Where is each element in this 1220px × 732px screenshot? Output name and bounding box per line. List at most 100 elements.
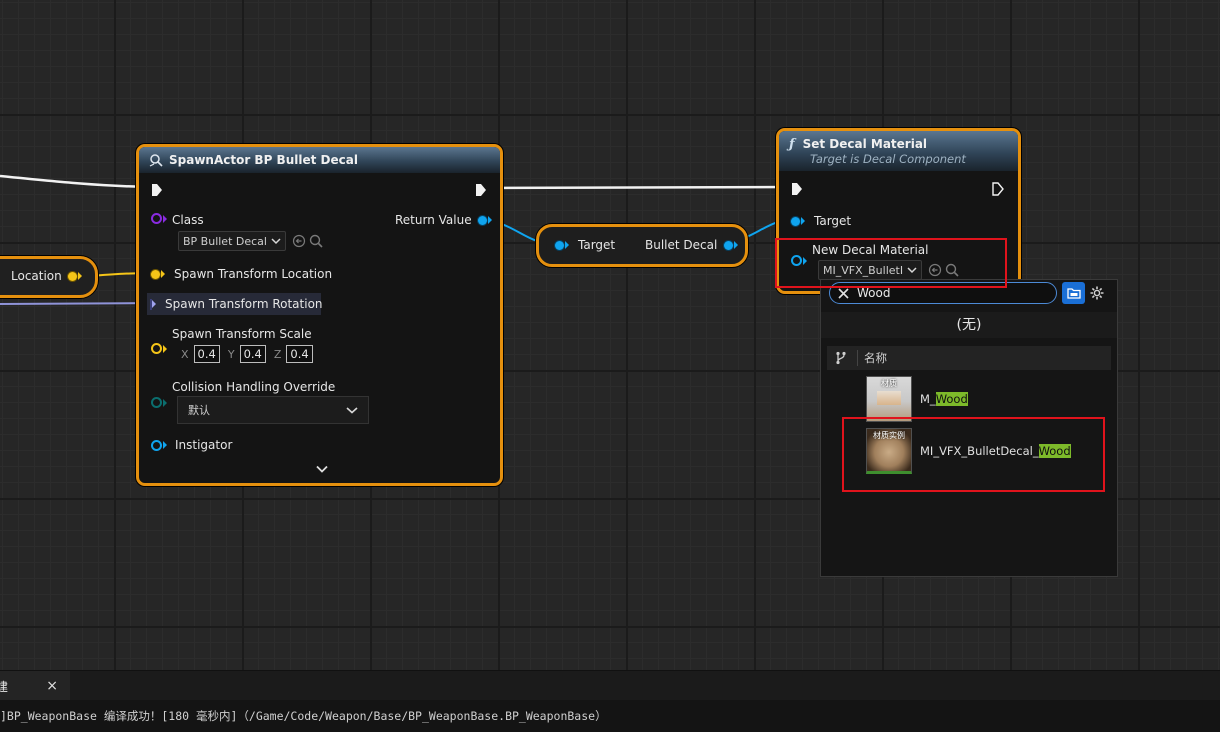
spawn-actor-header: SpawnActor BP Bullet Decal [139,147,500,173]
collision-dropdown[interactable]: 默认 [177,396,369,424]
return-value-dot[interactable] [477,215,487,225]
header-divider [857,350,858,366]
exec-out-icon [992,182,1004,196]
collision-pin[interactable] [151,397,167,408]
get-target-label: Target [578,238,616,252]
spawn-exec-out-pin[interactable] [475,183,487,197]
output-log-tab[interactable]: 建 × [0,671,70,701]
set-decal-target-pin[interactable]: Target [791,214,851,228]
collision-label: Collision Handling Override [172,380,336,394]
spawn-actor-icon [149,153,163,167]
get-target-pin[interactable]: Target [555,238,615,252]
thumb-type-label: 材质 [881,379,897,388]
none-option[interactable]: (无) [821,312,1117,338]
browse-search-icon[interactable] [309,234,323,248]
asset-name-match: Wood [935,392,968,406]
spawn-actor-title: SpawnActor BP Bullet Decal [169,153,358,167]
exec-out-icon [476,184,486,196]
location-pin-dot[interactable] [67,271,77,281]
class-label: Class [172,213,204,227]
instigator-ring[interactable] [151,439,162,451]
annotation-box-asset-item [842,417,1105,492]
spawn-scale-ring[interactable] [151,343,162,354]
folder-browse-icon[interactable] [1062,282,1085,304]
set-decal-subtitle: Target is Decal Component [810,151,966,166]
search-value: Wood [857,286,891,300]
use-selected-icon[interactable] [292,234,306,248]
spawn-scale-arrow [163,344,167,353]
class-combo[interactable]: BP Bullet Decal [178,231,286,251]
collision-pin-ring[interactable] [151,397,162,408]
set-decal-exec-out-pin[interactable] [992,182,1004,196]
chevron-down-icon [346,404,358,417]
set-decal-target-label: Target [814,214,852,228]
scale-z-input[interactable]: 0.4 [286,345,313,363]
material-thumbnail: 材质 [866,376,912,422]
clear-search-icon[interactable] [838,287,849,299]
collision-pin-arrow [163,398,167,407]
scale-values-row: X 0.4 Y 0.4 Z 0.4 [177,345,313,363]
return-value-arrow [487,216,492,224]
scale-x-axis: X [181,347,189,361]
spawn-location-pin[interactable]: Spawn Transform Location [151,267,332,281]
exec-in-icon [792,183,802,195]
set-decal-title: Set Decal Material [802,137,928,151]
location-pin-arrow [77,272,82,280]
spawn-scale-pin[interactable] [151,343,167,354]
set-decal-exec-in-pin[interactable] [791,182,803,196]
asset-name-prefix: M_ [920,392,936,406]
function-icon: ƒ [789,136,795,152]
set-decal-target-arrow [801,217,805,225]
class-value-row: BP Bullet Decal [178,231,323,251]
collision-value: 默认 [188,404,210,417]
spawn-rotation-arrow [152,300,156,308]
spawn-location-arrow [161,270,165,278]
get-target-dot[interactable] [555,240,564,250]
bullet-decal-pin[interactable]: Bullet Decal [645,238,739,252]
exec-in-icon [152,184,162,196]
expand-chevron-icon[interactable] [316,465,328,473]
exec-wire-mid [485,185,791,190]
list-header: 名称 [827,346,1111,370]
spawn-location-label: Spawn Transform Location [174,267,333,281]
spawn-location-dot[interactable] [151,269,160,279]
close-icon[interactable]: × [46,678,58,694]
scale-y-input[interactable]: 0.4 [239,345,266,363]
rotation-wire [0,302,159,305]
class-pin-arrow [163,214,167,223]
spawn-rotation-pin[interactable]: Spawn Transform Rotation [147,293,323,315]
name-column-header[interactable]: 名称 [864,350,887,366]
settings-gear-icon[interactable] [1089,285,1105,301]
instigator-pin[interactable]: Instigator [151,438,232,452]
class-pin-ring[interactable] [151,213,162,224]
location-node[interactable]: Location [0,256,98,298]
bottom-tab-strip: 建 × [0,670,1220,701]
return-value-label: Return Value [395,213,472,227]
log-message: ]BP_WeaponBase 编译成功！[180 毫秒内]（/Game/Code… [0,709,607,723]
location-label: Location [11,269,62,283]
get-bullet-decal-node[interactable]: Target Bullet Decal [536,224,748,267]
instigator-arrow [163,441,167,449]
annotation-box-material-pin [775,238,1007,288]
material-preview-swatch [877,391,901,405]
exec-wire-in [0,174,151,189]
location-output-pin[interactable]: Location [11,269,82,283]
output-log: ]BP_WeaponBase 编译成功！[180 毫秒内]（/Game/Code… [0,700,1220,732]
set-decal-target-dot[interactable] [791,216,800,226]
bullet-decal-dot[interactable] [724,240,734,250]
source-control-icon [835,351,847,365]
spawn-actor-node[interactable]: SpawnActor BP Bullet Decal Class BP Bull… [136,144,503,486]
spawn-scale-label: Spawn Transform Scale [172,327,312,341]
return-value-pin[interactable]: Return Value [395,213,492,227]
bullet-decal-label: Bullet Decal [645,238,718,252]
bullet-decal-arrow [734,241,739,249]
asset-item-m-wood[interactable]: 材质 M_Wood [866,376,968,422]
get-target-arrow [565,241,569,249]
class-pin[interactable] [151,213,167,224]
set-decal-header: ƒ Set Decal Material Target is Decal Com… [779,131,1018,171]
scale-z-axis: Z [273,347,282,361]
scale-x-input[interactable]: 0.4 [193,345,220,363]
instigator-label: Instigator [175,438,233,452]
spawn-exec-in-pin[interactable] [151,183,163,197]
scale-y-axis: Y [227,347,235,361]
